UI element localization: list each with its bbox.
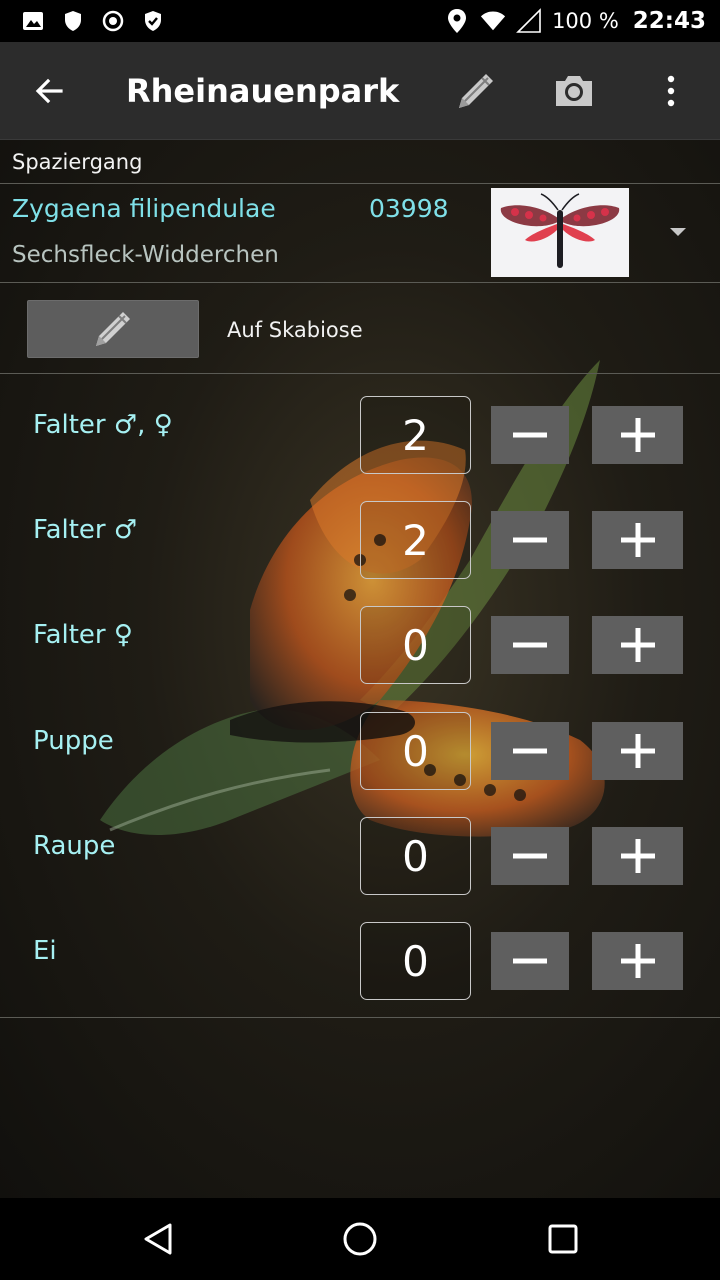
plus-icon xyxy=(620,523,655,557)
minus-icon xyxy=(513,748,547,754)
decrement-button[interactable] xyxy=(491,722,569,780)
nav-home-button[interactable] xyxy=(335,1214,385,1264)
count-row-puppe: Puppe 0 xyxy=(0,690,720,795)
count-row-falter-male: Falter ♂ 2 xyxy=(0,479,720,584)
navigation-bar xyxy=(0,1198,720,1280)
note-row: Auf Skabiose xyxy=(0,283,720,373)
page-title: Rheinauenpark xyxy=(126,72,400,110)
minus-icon xyxy=(513,958,547,964)
overflow-menu-icon xyxy=(667,75,675,107)
species-latin-name: Zygaena filipendulae xyxy=(12,194,276,223)
nav-back-button[interactable] xyxy=(133,1214,183,1264)
plus-icon xyxy=(620,628,655,662)
app-screen: 100 % 22:43 Rheinauenpark Spaziergang Zy… xyxy=(0,0,720,1280)
image-icon xyxy=(20,8,46,34)
nav-recents-button[interactable] xyxy=(538,1214,588,1264)
count-value[interactable]: 0 xyxy=(360,712,471,790)
action-bar: Rheinauenpark xyxy=(0,42,720,140)
count-value[interactable]: 0 xyxy=(360,817,471,895)
increment-button[interactable] xyxy=(592,406,683,464)
location-icon xyxy=(444,8,470,34)
decrement-button[interactable] xyxy=(491,932,569,990)
back-arrow-icon xyxy=(35,78,63,104)
decrement-button[interactable] xyxy=(491,406,569,464)
plus-icon xyxy=(620,418,655,452)
edit-button[interactable] xyxy=(448,66,504,116)
moth-photo xyxy=(491,188,629,277)
count-row-falter-female: Falter ♀ 0 xyxy=(0,584,720,689)
count-label: Falter ♂ xyxy=(33,515,138,545)
count-label: Ei xyxy=(33,936,57,966)
species-code: 03998 xyxy=(369,194,449,223)
triangle-down-icon xyxy=(670,228,686,236)
count-label: Puppe xyxy=(33,726,114,756)
plus-icon xyxy=(620,734,655,768)
recents-square-icon xyxy=(548,1224,578,1254)
increment-button[interactable] xyxy=(592,511,683,569)
content-area: Spaziergang Zygaena filipendulae 03998 S… xyxy=(0,140,720,1198)
record-icon xyxy=(100,8,126,34)
species-selector[interactable]: Zygaena filipendulae 03998 Sechsfleck-Wi… xyxy=(0,184,720,282)
decrement-button[interactable] xyxy=(491,827,569,885)
camera-button[interactable] xyxy=(546,66,602,116)
pencil-icon xyxy=(96,312,130,346)
home-circle-icon xyxy=(343,1222,377,1256)
check-shield-icon xyxy=(140,8,166,34)
back-triangle-icon xyxy=(144,1223,172,1255)
overflow-menu-button[interactable] xyxy=(650,66,692,116)
section-label: Spaziergang xyxy=(12,150,143,174)
count-row-falter-both: Falter ♂, ♀ 2 xyxy=(0,374,720,479)
note-edit-button[interactable] xyxy=(27,300,199,358)
signal-icon xyxy=(516,8,542,34)
battery-percentage: 100 % xyxy=(552,9,619,33)
increment-button[interactable] xyxy=(592,827,683,885)
shield-icon xyxy=(60,8,86,34)
count-value[interactable]: 2 xyxy=(360,396,471,474)
count-row-raupe: Raupe 0 xyxy=(0,795,720,900)
species-german-name: Sechsfleck-Widderchen xyxy=(12,242,279,268)
count-value[interactable]: 0 xyxy=(360,606,471,684)
count-value[interactable]: 2 xyxy=(360,501,471,579)
plus-icon xyxy=(620,944,655,978)
decrement-button[interactable] xyxy=(491,511,569,569)
count-row-ei: Ei 0 xyxy=(0,900,720,1005)
minus-icon xyxy=(513,537,547,543)
increment-button[interactable] xyxy=(592,616,683,674)
plus-icon xyxy=(620,839,655,873)
minus-icon xyxy=(513,642,547,648)
camera-icon xyxy=(556,76,592,106)
minus-icon xyxy=(513,853,547,859)
count-value[interactable]: 0 xyxy=(360,922,471,1000)
increment-button[interactable] xyxy=(592,722,683,780)
species-dropdown-button[interactable] xyxy=(666,220,690,244)
note-text: Auf Skabiose xyxy=(227,318,363,342)
increment-button[interactable] xyxy=(592,932,683,990)
decrement-button[interactable] xyxy=(491,616,569,674)
count-label: Falter ♀ xyxy=(33,620,133,650)
pencil-icon xyxy=(459,74,493,108)
divider xyxy=(0,1017,720,1018)
clock: 22:43 xyxy=(632,8,706,34)
back-button[interactable] xyxy=(24,66,74,116)
species-thumbnail[interactable] xyxy=(491,188,629,277)
count-label: Raupe xyxy=(33,831,116,861)
wifi-icon xyxy=(480,8,506,34)
count-label: Falter ♂, ♀ xyxy=(33,410,173,440)
minus-icon xyxy=(513,432,547,438)
status-bar: 100 % 22:43 xyxy=(0,0,720,42)
